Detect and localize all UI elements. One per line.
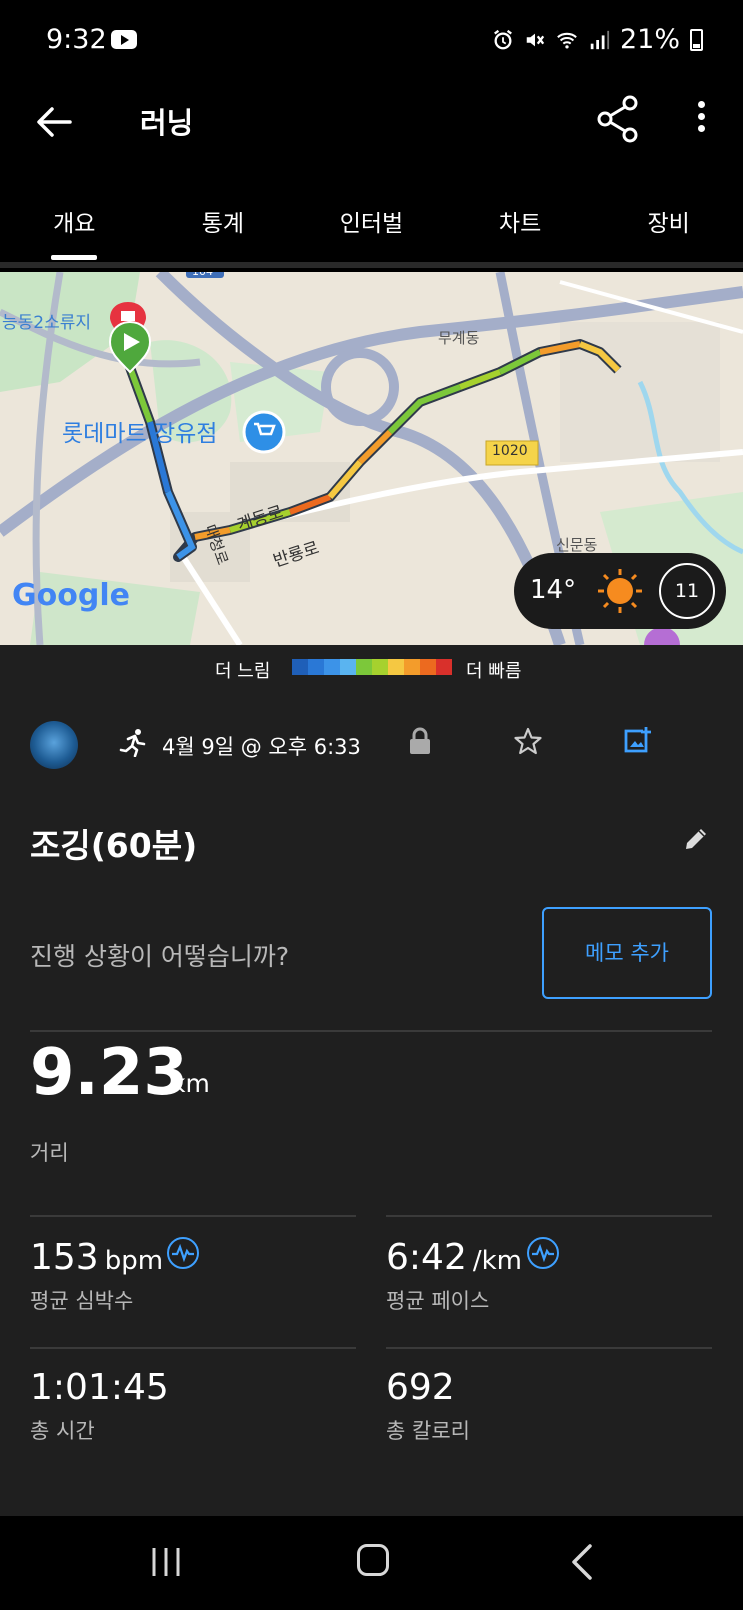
- status-time: 9:32: [46, 24, 107, 55]
- total-time-value: 1:01:45: [30, 1367, 169, 1408]
- distance-label: 거리: [30, 1141, 69, 1165]
- status-icons: 21%: [492, 24, 703, 55]
- avg-heart-rate-value: 153 bpm: [30, 1237, 164, 1278]
- tab-stats[interactable]: 통계: [149, 182, 298, 262]
- recent-apps-icon[interactable]: [150, 1546, 184, 1578]
- pace-swatch-3: [340, 659, 356, 675]
- youtube-icon: [111, 30, 137, 49]
- avg-pace-label: 평균 페이스: [386, 1289, 490, 1313]
- pace-swatch-5: [372, 659, 388, 675]
- pace-swatch-6: [388, 659, 404, 675]
- status-bar: 9:32 21%: [0, 0, 743, 82]
- pace-zone-icon[interactable]: [527, 1237, 559, 1269]
- tab-gear[interactable]: 장비: [594, 182, 743, 262]
- pace-swatch-4: [356, 659, 372, 675]
- activity-date: 4월 9일 @ 오후 6:33: [162, 735, 361, 759]
- total-calories-value: 692: [386, 1367, 455, 1408]
- wifi-icon: [557, 32, 577, 49]
- weather-badge: 14° 11: [514, 553, 726, 629]
- tab-charts[interactable]: 차트: [446, 182, 595, 262]
- star-icon[interactable]: [514, 727, 542, 755]
- alarm-icon: [494, 29, 512, 49]
- avg-pace-value: 6:42/km: [386, 1237, 522, 1278]
- sun-icon: [598, 569, 642, 613]
- total-time-label: 총 시간: [30, 1419, 95, 1443]
- activity-summary: 4월 9일 @ 오후 6:33 조깅(60분) 진행 상황이 어떻습니까? 메모…: [0, 691, 743, 1516]
- map-label-pond: 능동2소류지: [2, 313, 92, 333]
- pace-legend: 더 느림 더 빠름: [0, 645, 743, 691]
- add-photo-icon[interactable]: [622, 725, 652, 755]
- nav-back-icon[interactable]: [570, 1542, 594, 1582]
- add-memo-button[interactable]: 메모 추가: [542, 907, 712, 999]
- weather-temperature: 14°: [530, 575, 577, 605]
- divider: [30, 1347, 356, 1349]
- map-label-road-number: 1020: [492, 443, 528, 459]
- pace-color-scale: [292, 659, 452, 675]
- page-title: 러닝: [140, 106, 194, 140]
- avg-heart-rate-label: 평균 심박수: [30, 1289, 134, 1313]
- divider: [30, 1215, 356, 1217]
- legend-slower-label: 더 느림: [215, 661, 271, 682]
- legend-faster-label: 더 빠름: [466, 661, 522, 682]
- pace-swatch-7: [404, 659, 420, 675]
- tab-overview[interactable]: 개요: [0, 182, 149, 262]
- progress-prompt: 진행 상황이 어떻습니까?: [30, 942, 290, 971]
- tab-bar: 개요 통계 인터벌 차트 장비: [0, 182, 743, 268]
- pace-swatch-0: [292, 659, 308, 675]
- system-nav-bar: [0, 1516, 743, 1610]
- pace-unit: /km: [472, 1246, 522, 1276]
- pace-swatch-8: [420, 659, 436, 675]
- map-label-district2: 신문동: [556, 536, 598, 554]
- pace-swatch-2: [324, 659, 340, 675]
- wind-speed: 11: [659, 563, 715, 619]
- running-icon: [119, 729, 146, 757]
- share-icon[interactable]: [596, 94, 640, 144]
- distance-value: 9.23: [30, 1036, 188, 1110]
- pace-swatch-1: [308, 659, 324, 675]
- back-arrow-icon[interactable]: [32, 100, 76, 144]
- battery-icon: [690, 28, 703, 51]
- map-label-store: 롯데마트 장유점: [62, 421, 218, 447]
- more-vert-icon[interactable]: [684, 96, 718, 146]
- app-bar: 러닝: [0, 82, 743, 182]
- avatar[interactable]: [30, 721, 78, 769]
- divider: [386, 1347, 712, 1349]
- home-icon[interactable]: [357, 1544, 389, 1576]
- distance-unit: km: [171, 1069, 210, 1098]
- heart-rate-unit: bpm: [104, 1246, 164, 1276]
- pace-swatch-9: [436, 659, 452, 675]
- google-logo: Google: [12, 578, 130, 613]
- signal-icon: [590, 30, 610, 49]
- lock-icon[interactable]: [408, 727, 432, 755]
- edit-pencil-icon[interactable]: [682, 825, 710, 853]
- heart-rate-zone-icon[interactable]: [167, 1237, 199, 1269]
- total-calories-label: 총 칼로리: [386, 1419, 470, 1443]
- mute-icon: [526, 33, 545, 46]
- tab-intervals[interactable]: 인터벌: [297, 182, 446, 262]
- map-label-route-104: 104: [192, 272, 213, 278]
- divider: [386, 1215, 712, 1217]
- divider: [30, 1030, 712, 1032]
- activity-title: 조깅(60분): [30, 826, 198, 865]
- map-label-district1: 무계동: [438, 329, 480, 347]
- battery-percent: 21%: [619, 24, 680, 55]
